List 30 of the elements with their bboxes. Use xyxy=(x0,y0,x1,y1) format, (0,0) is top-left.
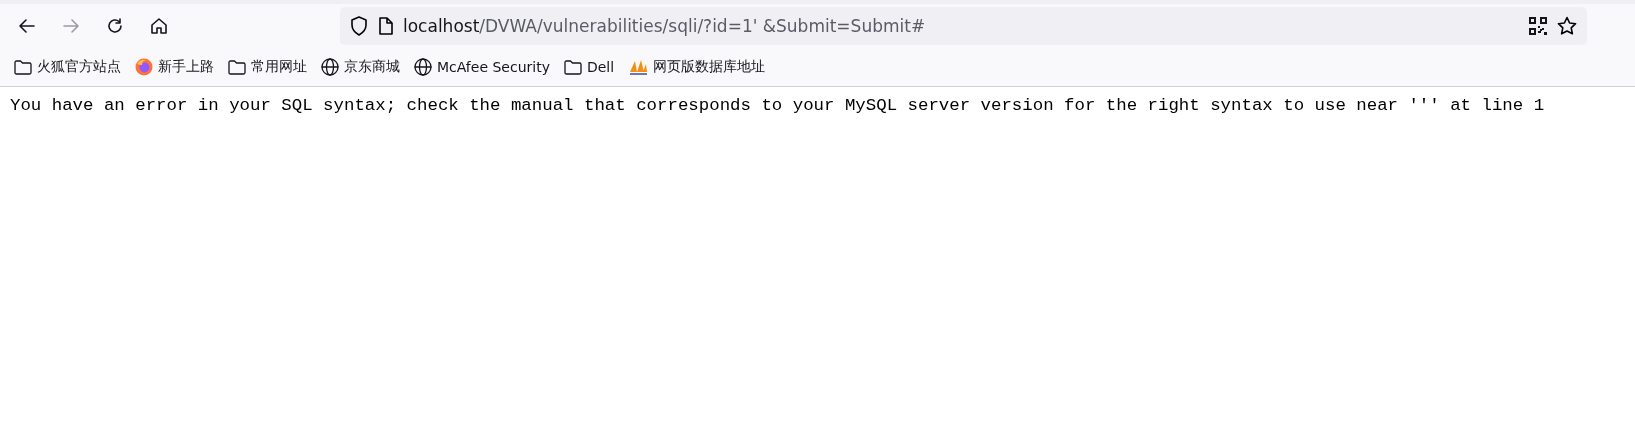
bookmark-label: 网页版数据库地址 xyxy=(653,58,766,76)
bookmark-item[interactable]: Dell xyxy=(563,59,615,75)
bookmark-item[interactable]: 京东商城 xyxy=(321,58,400,76)
bookmark-label: 京东商城 xyxy=(344,58,400,76)
bookmark-item[interactable]: 火狐官方站点 xyxy=(14,58,121,76)
bookmark-item[interactable]: 新手上路 xyxy=(135,58,214,76)
error-message: You have an error in your SQL syntax; check the manual that corresponds to your MySQL server version for the right syntax to use near ''' at line 1 xyxy=(9,95,1546,117)
sail-logo-icon xyxy=(628,58,649,76)
bookmark-label: Dell xyxy=(586,59,615,75)
home-icon xyxy=(150,17,168,35)
bookmark-item[interactable]: McAfee Security xyxy=(414,58,550,76)
folder-icon xyxy=(228,59,246,75)
globe-icon xyxy=(321,58,339,76)
bookmark-label: 新手上路 xyxy=(158,58,214,76)
qr-code-icon[interactable] xyxy=(1529,17,1547,35)
reload-icon xyxy=(106,17,124,35)
fox-globe-icon xyxy=(135,58,153,76)
bookmark-label: 常用网址 xyxy=(251,58,307,76)
globe-icon xyxy=(414,58,432,76)
bookmark-item[interactable]: 网页版数据库地址 xyxy=(628,58,766,76)
bookmark-label: McAfee Security xyxy=(437,59,550,75)
folder-icon xyxy=(563,59,582,75)
back-arrow-icon xyxy=(18,17,36,35)
bookmark-item[interactable]: 常用网址 xyxy=(228,58,307,76)
bookmark-label: 火狐官方站点 xyxy=(37,58,121,76)
forward-arrow-icon xyxy=(62,17,80,35)
star-icon[interactable] xyxy=(1557,16,1577,36)
page-icon xyxy=(378,17,393,35)
shield-icon[interactable] xyxy=(350,16,368,36)
folder-icon xyxy=(14,59,32,75)
